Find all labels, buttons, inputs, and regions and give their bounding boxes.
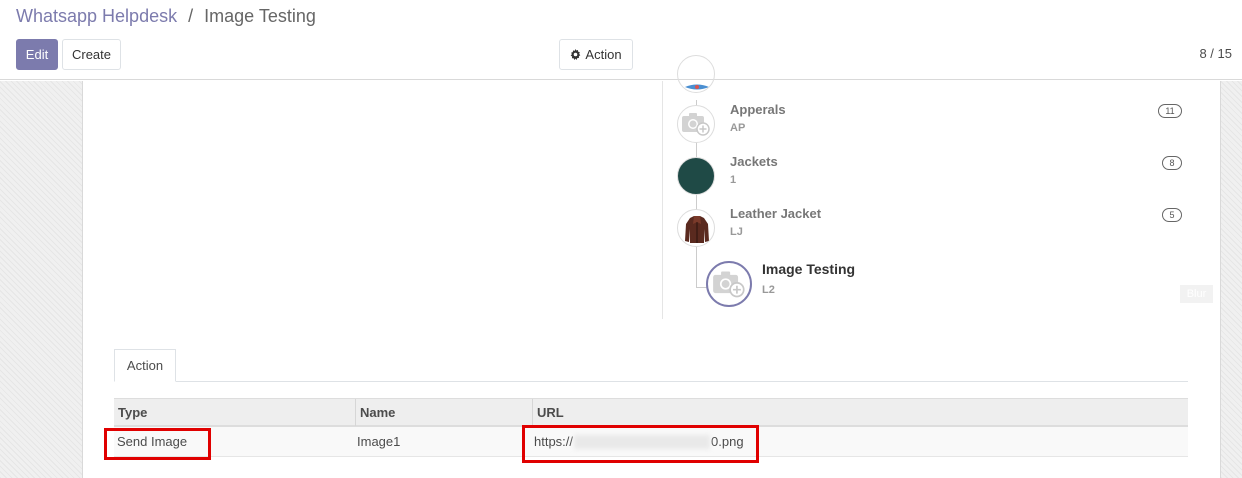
hierarchy-item-count-badge: 5 — [1162, 208, 1182, 222]
background-right — [1221, 81, 1242, 478]
current-record-code: L2 — [762, 284, 775, 296]
action-dropdown-button[interactable]: Action — [559, 39, 633, 70]
column-header-url[interactable]: URL — [532, 399, 1188, 426]
current-record-avatar — [706, 261, 752, 307]
hierarchy-item-count-badge: 8 — [1162, 156, 1182, 170]
hierarchy-item-code: AP — [730, 122, 746, 134]
breadcrumb: Whatsapp Helpdesk / Image Testing — [16, 6, 316, 27]
breadcrumb-current: Image Testing — [204, 6, 316, 26]
action-button-label: Action — [585, 47, 622, 62]
hierarchy-connector-child — [696, 245, 697, 287]
cropped-parent-avatar — [677, 55, 715, 93]
hierarchy-item-name[interactable]: Leather Jacket — [730, 206, 821, 221]
hierarchy-divider — [662, 81, 663, 319]
hierarchy-item-name[interactable]: Jackets — [730, 154, 778, 169]
tab-bar-line — [114, 381, 1188, 382]
create-button[interactable]: Create — [62, 39, 121, 70]
camera-placeholder-icon — [682, 113, 710, 136]
cell-url: https:// 0.png — [534, 427, 744, 456]
column-header-type[interactable]: Type — [114, 399, 355, 426]
cell-name: Image1 — [357, 434, 401, 449]
cell-type: Send Image — [117, 434, 188, 449]
hierarchy-item-code: LJ — [730, 226, 743, 238]
column-header-name[interactable]: Name — [355, 399, 532, 426]
camera-placeholder-icon — [713, 271, 745, 298]
breadcrumb-root-link[interactable]: Whatsapp Helpdesk — [16, 6, 177, 26]
gear-icon — [571, 49, 581, 60]
blur-tag: Blur — [1180, 285, 1213, 303]
url-suffix: 0.png — [711, 434, 744, 449]
tab-action[interactable]: Action — [114, 349, 176, 382]
url-prefix: https:// — [534, 434, 574, 449]
control-panel: Whatsapp Helpdesk / Image Testing Edit C… — [0, 0, 1242, 80]
jackets-avatar[interactable] — [677, 157, 715, 195]
hierarchy-item-name[interactable]: Apperals — [730, 102, 786, 117]
url-redacted-segment — [574, 434, 711, 449]
table-header: Type Name URL — [114, 398, 1188, 427]
breadcrumb-separator: / — [188, 6, 194, 26]
apperals-avatar[interactable] — [677, 105, 715, 143]
hierarchy-item-code: 1 — [730, 174, 737, 186]
current-record-name: Image Testing — [762, 261, 856, 277]
leather-jacket-avatar[interactable] — [677, 209, 715, 247]
edit-button[interactable]: Edit — [16, 39, 58, 70]
table-row[interactable]: Send Image Image1 https:// 0.png — [114, 427, 1188, 457]
pager-counter[interactable]: 8 / 15 — [1199, 46, 1232, 61]
background-left — [0, 81, 82, 478]
hierarchy-item-count-badge: 11 — [1158, 104, 1182, 118]
